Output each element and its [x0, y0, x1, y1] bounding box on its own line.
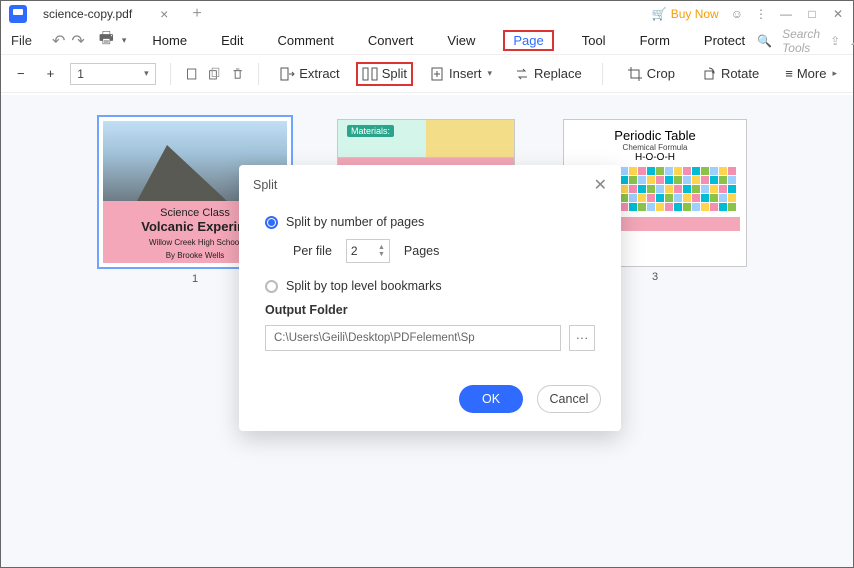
more-icon: ≡ [785, 66, 793, 81]
pages-per-file-value: 2 [351, 244, 358, 258]
cancel-button[interactable]: Cancel [537, 385, 601, 413]
page-number-field[interactable]: 1 ▾ [70, 63, 155, 85]
tab-tool[interactable]: Tool [576, 30, 612, 51]
radio-off-icon [265, 280, 278, 293]
rotate-icon [701, 66, 717, 82]
user-icon[interactable]: ☺ [731, 7, 743, 21]
radio-split-by-bookmarks[interactable]: Split by top level bookmarks [265, 279, 595, 293]
buy-now-link[interactable]: 🛒 Buy Now [652, 7, 719, 21]
output-folder-label: Output Folder [265, 303, 595, 317]
cart-icon: 🛒 [652, 7, 667, 21]
extract-label: Extract [299, 66, 339, 81]
insert-label: Insert [449, 66, 482, 81]
chevron-right-icon: ▸ [832, 68, 837, 79]
radio-pages-label: Split by number of pages [286, 215, 424, 229]
thumb3-formula: H-O-O-H [570, 152, 740, 163]
extract-button[interactable]: Extract [273, 62, 345, 86]
zoom-out-button[interactable]: − [11, 62, 31, 85]
ok-button[interactable]: OK [459, 385, 523, 413]
ok-label: OK [482, 392, 500, 406]
tab-home[interactable]: Home [146, 30, 193, 51]
buy-now-label: Buy Now [671, 7, 719, 21]
radio-on-icon [265, 216, 278, 229]
share-icon[interactable]: ⇪ [830, 34, 840, 48]
replace-button[interactable]: Replace [508, 62, 588, 86]
crop-button[interactable]: Crop [621, 62, 681, 86]
new-tab-button[interactable]: + [192, 5, 201, 23]
menu-tabs: Home Edit Comment Convert View Page Tool… [146, 30, 751, 51]
close-window-button[interactable]: ✕ [831, 7, 845, 21]
pages-per-file-stepper[interactable]: 2 ▲▼ [346, 239, 390, 263]
crop-icon [627, 66, 643, 82]
maximize-button[interactable]: □ [805, 7, 819, 21]
insert-button[interactable]: Insert ▾ [423, 62, 498, 86]
print-more-icon[interactable]: ▾ [122, 35, 127, 46]
zoom-in-button[interactable]: + [41, 62, 61, 85]
redo-icon[interactable]: ↷ [71, 32, 84, 50]
more-label: More [797, 66, 827, 81]
dialog-close-button[interactable]: ✕ [594, 175, 607, 195]
page-toolbar: − + 1 ▾ Extract Split Insert ▾ Replace C… [1, 55, 853, 93]
chevron-down-icon: ▾ [488, 68, 493, 79]
tab-convert[interactable]: Convert [362, 30, 420, 51]
crop-label: Crop [647, 66, 675, 81]
page-insert-blank-icon[interactable] [185, 66, 198, 82]
replace-label: Replace [534, 66, 582, 81]
document-tab[interactable]: science-copy.pdf × [33, 4, 178, 24]
titlebar: science-copy.pdf × + 🛒 Buy Now ☺ ⋮ — □ ✕ [1, 1, 853, 27]
pages-unit-label: Pages [404, 244, 439, 258]
tab-comment[interactable]: Comment [272, 30, 340, 51]
rotate-label: Rotate [721, 66, 759, 81]
cancel-label: Cancel [550, 392, 589, 406]
app-icon [9, 5, 27, 23]
radio-split-by-pages[interactable]: Split by number of pages [265, 215, 595, 229]
stepper-down-icon[interactable]: ▼ [378, 251, 385, 258]
tab-protect[interactable]: Protect [698, 30, 751, 51]
thumb3-title: Periodic Table [570, 128, 740, 143]
insert-icon [429, 66, 445, 82]
close-tab-icon[interactable]: × [160, 6, 168, 22]
split-button[interactable]: Split [356, 62, 413, 86]
page-copy-icon[interactable] [208, 66, 221, 82]
split-label: Split [382, 66, 407, 81]
browse-folder-button[interactable]: ··· [569, 325, 595, 351]
rotate-button[interactable]: Rotate [695, 62, 765, 86]
tab-edit[interactable]: Edit [215, 30, 249, 51]
page-delete-icon[interactable] [231, 66, 244, 82]
thumb3-sub: Chemical Formula [570, 143, 740, 152]
thumb2-materials-label: Materials: [347, 125, 394, 137]
search-placeholder[interactable]: Search Tools [782, 27, 820, 55]
more-button[interactable]: ≡ More ▸ [779, 62, 843, 85]
dialog-title: Split [253, 178, 277, 192]
minimize-button[interactable]: — [779, 7, 793, 21]
page-thumbnail-canvas: Science Class Volcanic Experim Willow Cr… [1, 95, 853, 567]
extract-icon [279, 66, 295, 82]
output-folder-value: C:\Users\Geili\Desktop\PDFelement\Sp [274, 332, 475, 344]
per-file-label: Per file [293, 244, 332, 258]
undo-icon[interactable]: ↶ [52, 32, 65, 50]
menubar: File ↶ ↷ 🖶 ▾ Home Edit Comment Convert V… [1, 27, 853, 55]
search-icon[interactable]: 🔍 [757, 34, 772, 48]
tab-form[interactable]: Form [634, 30, 676, 51]
tab-page[interactable]: Page [503, 30, 553, 51]
print-icon[interactable]: 🖶 [99, 32, 114, 50]
split-icon [362, 66, 378, 82]
page-dropdown-icon: ▾ [144, 68, 149, 79]
cloud-icon[interactable]: ☁ [850, 34, 854, 48]
page-number-value: 1 [77, 67, 84, 81]
menu-file[interactable]: File [11, 33, 32, 48]
kebab-icon[interactable]: ⋮ [755, 7, 767, 21]
split-dialog: Split ✕ Split by number of pages Per fil… [239, 165, 621, 431]
replace-icon [514, 66, 530, 82]
radio-bookmarks-label: Split by top level bookmarks [286, 279, 442, 293]
stepper-up-icon[interactable]: ▲ [378, 244, 385, 251]
document-tab-label: science-copy.pdf [43, 7, 132, 21]
output-folder-field[interactable]: C:\Users\Geili\Desktop\PDFelement\Sp [265, 325, 561, 351]
tab-view[interactable]: View [441, 30, 481, 51]
